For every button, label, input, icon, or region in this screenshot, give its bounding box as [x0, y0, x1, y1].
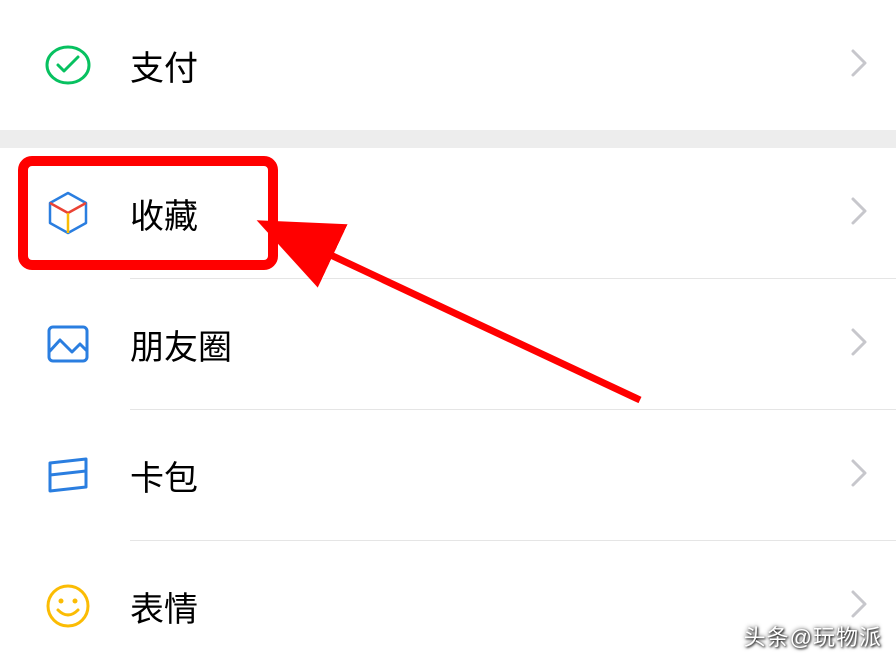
chevron-right-icon [850, 48, 868, 83]
watermark: 头条@玩物派 [744, 620, 882, 652]
chevron-right-icon [850, 196, 868, 231]
chevron-right-icon [850, 589, 868, 624]
menu-item-label: 表情 [130, 582, 850, 631]
cards-icon [44, 451, 92, 499]
menu-item-moments[interactable]: 朋友圈 [0, 279, 896, 409]
section-pay: 支付 [0, 0, 896, 130]
favorites-icon [44, 189, 92, 237]
menu-item-pay[interactable]: 支付 [0, 0, 896, 130]
moments-icon [44, 320, 92, 368]
menu-item-label: 收藏 [130, 189, 850, 238]
stickers-icon [44, 582, 92, 630]
menu-item-label: 朋友圈 [130, 320, 850, 369]
menu-item-label: 支付 [130, 41, 850, 90]
menu-item-cards[interactable]: 卡包 [0, 410, 896, 540]
section-gap [0, 130, 896, 148]
menu-item-label: 卡包 [130, 451, 850, 500]
chevron-right-icon [850, 458, 868, 493]
pay-icon [44, 41, 92, 89]
menu-item-favorites[interactable]: 收藏 [0, 148, 896, 278]
chevron-right-icon [850, 327, 868, 362]
section-main: 收藏 朋友圈 卡包 [0, 148, 896, 671]
